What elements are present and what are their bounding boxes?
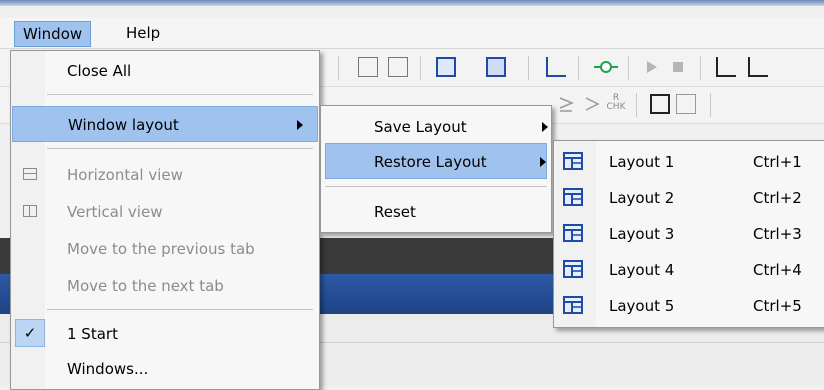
toolbar-separator bbox=[636, 93, 637, 117]
device-upload-icon[interactable] bbox=[716, 57, 736, 77]
menu-item-previous-tab[interactable]: Move to the previous tab bbox=[12, 231, 318, 267]
menu-item-layout-3[interactable]: Layout 3 Ctrl+3 bbox=[555, 216, 823, 252]
menu-item-save-layout[interactable]: Save Layout bbox=[322, 109, 550, 145]
check-icon[interactable]: R CHK bbox=[606, 94, 626, 114]
menu-item-window-layout[interactable]: Window layout bbox=[12, 106, 318, 142]
menu-item-shortcut: Ctrl+5 bbox=[753, 297, 802, 315]
toolbar-separator bbox=[710, 93, 711, 117]
greater-equal-icon[interactable] bbox=[556, 94, 576, 114]
menu-item-shortcut: Ctrl+3 bbox=[753, 225, 802, 243]
menu-item-label: Windows... bbox=[67, 360, 149, 378]
list-icon[interactable] bbox=[676, 94, 696, 114]
layout-icon bbox=[563, 152, 583, 170]
menu-item-layout-1[interactable]: Layout 1 Ctrl+1 bbox=[555, 144, 823, 180]
menu-item-label: Layout 1 bbox=[609, 153, 675, 171]
menu-item-label: 1 Start bbox=[67, 325, 118, 343]
menu-item-label: Move to the next tab bbox=[67, 277, 224, 295]
layout-icon bbox=[563, 224, 583, 242]
menu-item-layout-4[interactable]: Layout 4 Ctrl+4 bbox=[555, 252, 823, 288]
layout-icon[interactable] bbox=[436, 57, 456, 77]
menu-separator bbox=[47, 148, 313, 149]
menu-item-label: Save Layout bbox=[374, 118, 467, 136]
menu-item-label: Layout 5 bbox=[609, 297, 675, 315]
online-icon[interactable] bbox=[594, 57, 618, 77]
menu-bar: Window Help bbox=[0, 18, 824, 49]
stop-icon[interactable] bbox=[668, 57, 688, 77]
menu-item-next-tab[interactable]: Move to the next tab bbox=[12, 268, 318, 304]
vertical-view-icon bbox=[23, 205, 37, 217]
layout-icon bbox=[563, 296, 583, 314]
menu-item-label: Layout 3 bbox=[609, 225, 675, 243]
toolbar-separator bbox=[528, 56, 529, 80]
device-download-icon[interactable] bbox=[748, 57, 768, 77]
menu-item-label: Horizontal view bbox=[67, 166, 183, 184]
menu-item-label: Layout 4 bbox=[609, 261, 675, 279]
menu-item-horizontal-view[interactable]: Horizontal view bbox=[12, 157, 318, 193]
vertical-split-icon[interactable] bbox=[388, 57, 408, 77]
menu-item-layout-2[interactable]: Layout 2 Ctrl+2 bbox=[555, 180, 823, 216]
menu-item-shortcut: Ctrl+4 bbox=[753, 261, 802, 279]
window-menu: Close All Window layout Horizontal view … bbox=[10, 50, 320, 390]
menu-window[interactable]: Window bbox=[14, 21, 92, 47]
submenu-arrow-icon bbox=[542, 122, 548, 132]
menu-item-shortcut: Ctrl+2 bbox=[753, 189, 802, 207]
menu-item-label: Restore Layout bbox=[374, 153, 487, 171]
window-title-strip bbox=[0, 0, 824, 6]
menu-item-close-all[interactable]: Close All bbox=[12, 53, 318, 89]
submenu-arrow-icon bbox=[297, 120, 303, 130]
toolbar-separator bbox=[700, 56, 701, 80]
menu-item-layout-5[interactable]: Layout 5 Ctrl+5 bbox=[555, 288, 823, 324]
menu-item-label: Close All bbox=[67, 62, 132, 80]
horizontal-split-icon[interactable] bbox=[358, 57, 378, 77]
menu-separator bbox=[47, 309, 313, 310]
menu-item-label: Reset bbox=[374, 203, 416, 221]
layout-icon bbox=[563, 188, 583, 206]
table-icon[interactable] bbox=[650, 94, 670, 114]
menu-help[interactable]: Help bbox=[118, 21, 168, 45]
greater-than-icon[interactable] bbox=[582, 94, 602, 114]
restore-layout-submenu: Layout 1 Ctrl+1 Layout 2 Ctrl+2 Layout 3… bbox=[553, 140, 824, 328]
menu-item-label: Layout 2 bbox=[609, 189, 675, 207]
menu-separator bbox=[325, 186, 547, 187]
run-icon[interactable] bbox=[642, 57, 662, 77]
menu-item-vertical-view[interactable]: Vertical view bbox=[12, 194, 318, 230]
menu-item-label: Window layout bbox=[68, 116, 179, 134]
display-icon[interactable] bbox=[486, 57, 506, 77]
menu-separator bbox=[47, 94, 313, 95]
connect-icon[interactable] bbox=[546, 57, 566, 77]
menu-item-shortcut: Ctrl+1 bbox=[753, 153, 802, 171]
menu-item-restore-layout[interactable]: Restore Layout bbox=[325, 143, 547, 179]
horizontal-view-icon bbox=[23, 168, 37, 180]
submenu-arrow-icon bbox=[540, 157, 546, 167]
toolbar-separator bbox=[338, 56, 339, 80]
layout-icon bbox=[563, 260, 583, 278]
toolbar-separator bbox=[578, 56, 579, 80]
toolbar-separator bbox=[420, 56, 421, 80]
menu-item-label: Vertical view bbox=[67, 203, 163, 221]
menu-item-windows[interactable]: Windows... bbox=[12, 351, 318, 387]
window-layout-submenu: Save Layout Restore Layout Reset bbox=[320, 105, 552, 233]
toolbar-separator bbox=[628, 56, 629, 80]
menu-item-start-window[interactable]: ✓ 1 Start bbox=[12, 316, 318, 352]
menu-item-label: Move to the previous tab bbox=[67, 240, 255, 258]
checkmark-icon: ✓ bbox=[15, 319, 45, 347]
menu-item-reset[interactable]: Reset bbox=[322, 194, 550, 230]
